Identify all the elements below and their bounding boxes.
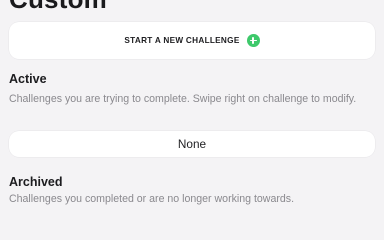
archived-section-description: Challenges you completed or are no longe…	[9, 193, 295, 205]
custom-challenges-screen: Custom START A NEW CHALLENGE Active Chal…	[0, 0, 384, 216]
active-section-description: Challenges you are trying to complete. S…	[9, 93, 357, 105]
start-new-challenge-label: START A NEW CHALLENGE	[124, 36, 240, 45]
plus-circle-icon	[246, 34, 260, 47]
archived-section-heading: Archived	[9, 175, 63, 189]
active-challenges-empty-card: None	[9, 131, 375, 157]
active-empty-label: None	[177, 137, 207, 151]
active-section-heading: Active	[9, 72, 47, 86]
page-title: Custom	[9, 0, 107, 14]
start-new-challenge-button[interactable]: START A NEW CHALLENGE	[9, 22, 375, 59]
